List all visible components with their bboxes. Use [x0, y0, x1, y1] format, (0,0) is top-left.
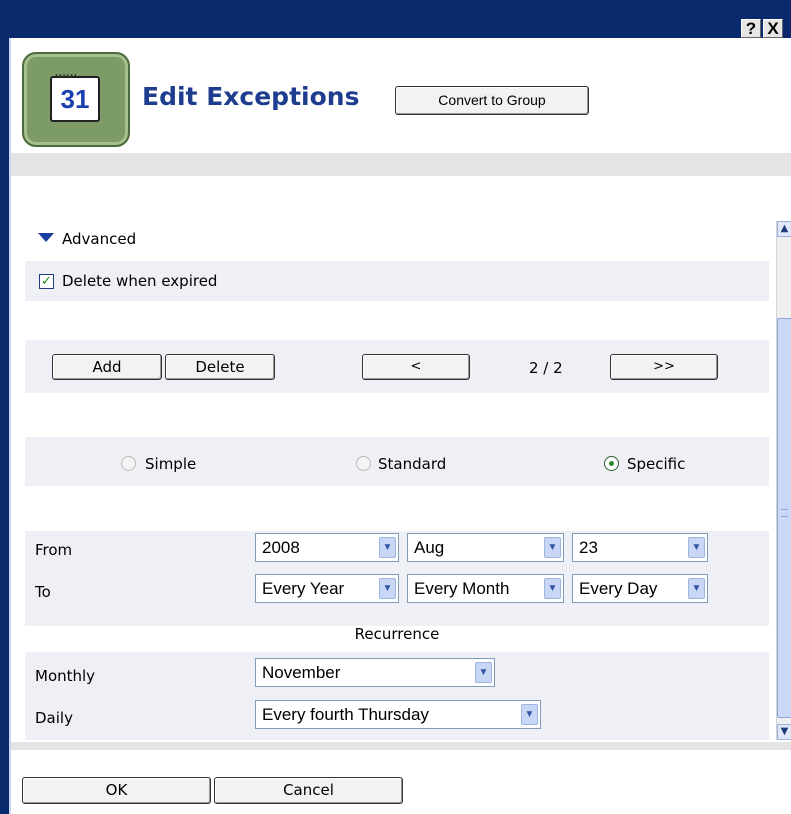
- convert-to-group-button[interactable]: Convert to Group: [395, 86, 589, 115]
- scroll-up-icon[interactable]: ▲: [777, 221, 791, 237]
- to-month-value: Every Month: [414, 579, 510, 598]
- advanced-label: Advanced: [62, 230, 137, 248]
- radio-specific-label: Specific: [627, 455, 686, 473]
- from-year-value: 2008: [262, 538, 300, 557]
- daily-label: Daily: [35, 709, 73, 727]
- from-year-select[interactable]: 2008 ▼: [255, 533, 399, 562]
- to-year-value: Every Year: [262, 579, 345, 598]
- from-month-select[interactable]: Aug ▼: [407, 533, 564, 562]
- page-indicator: 2 / 2: [529, 359, 563, 377]
- next-page-button[interactable]: >>: [610, 354, 718, 380]
- window-frame: [0, 38, 11, 814]
- ok-button[interactable]: OK: [22, 777, 211, 804]
- window-titlebar: ? X: [0, 0, 791, 38]
- to-day-value: Every Day: [579, 579, 658, 598]
- chevron-down-icon: ▼: [688, 537, 705, 558]
- header-divider: [11, 153, 791, 176]
- daily-select[interactable]: Every fourth Thursday ▼: [255, 700, 541, 729]
- chevron-down-icon: ▼: [544, 537, 561, 558]
- collapse-triangle-icon: [38, 233, 54, 242]
- delete-when-expired-checkbox[interactable]: ✓: [39, 274, 54, 289]
- radio-specific[interactable]: [604, 456, 619, 471]
- previous-page-button[interactable]: <: [362, 354, 470, 380]
- to-label: To: [35, 583, 51, 601]
- chevron-down-icon: ▼: [475, 662, 492, 683]
- chevron-down-icon: ▼: [379, 537, 396, 558]
- to-year-select[interactable]: Every Year ▼: [255, 574, 399, 603]
- radio-standard-label: Standard: [378, 455, 447, 473]
- to-month-select[interactable]: Every Month ▼: [407, 574, 564, 603]
- to-day-select[interactable]: Every Day ▼: [572, 574, 708, 603]
- scroll-down-icon[interactable]: ▼: [777, 724, 791, 740]
- from-day-value: 23: [579, 538, 598, 557]
- radio-simple-label: Simple: [145, 455, 197, 473]
- close-icon[interactable]: X: [763, 19, 783, 38]
- help-icon[interactable]: ?: [741, 19, 761, 38]
- monthly-value: November: [262, 663, 341, 682]
- calendar-icon: ᴗᴗᴗ 31: [50, 68, 100, 122]
- chevron-down-icon: ▼: [379, 578, 396, 599]
- monthly-label: Monthly: [35, 667, 96, 685]
- cancel-button[interactable]: Cancel: [214, 777, 403, 804]
- monthly-select[interactable]: November ▼: [255, 658, 495, 687]
- from-label: From: [35, 541, 73, 559]
- chevron-down-icon: ▼: [521, 704, 538, 725]
- from-month-value: Aug: [414, 538, 445, 557]
- calendar-app-icon: ᴗᴗᴗ 31: [22, 52, 130, 147]
- recurrence-heading: Recurrence: [354, 625, 440, 643]
- calendar-day-number: 31: [60, 84, 90, 114]
- add-button[interactable]: Add: [52, 354, 162, 380]
- from-day-select[interactable]: 23 ▼: [572, 533, 708, 562]
- scrollbar-thumb[interactable]: [777, 318, 791, 718]
- daily-value: Every fourth Thursday: [262, 705, 429, 724]
- scroll-grip-icon: [781, 509, 788, 517]
- footer-divider: [11, 742, 791, 750]
- radio-standard[interactable]: [356, 456, 371, 471]
- delete-when-expired-label: Delete when expired: [62, 272, 218, 290]
- chevron-down-icon: ▼: [688, 578, 705, 599]
- chevron-down-icon: ▼: [544, 578, 561, 599]
- advanced-toggle[interactable]: Advanced: [38, 230, 136, 248]
- page-title: Edit Exceptions: [142, 82, 360, 111]
- radio-simple[interactable]: [121, 456, 136, 471]
- vertical-scrollbar[interactable]: ▲ ▼: [776, 221, 791, 740]
- delete-button[interactable]: Delete: [165, 354, 275, 380]
